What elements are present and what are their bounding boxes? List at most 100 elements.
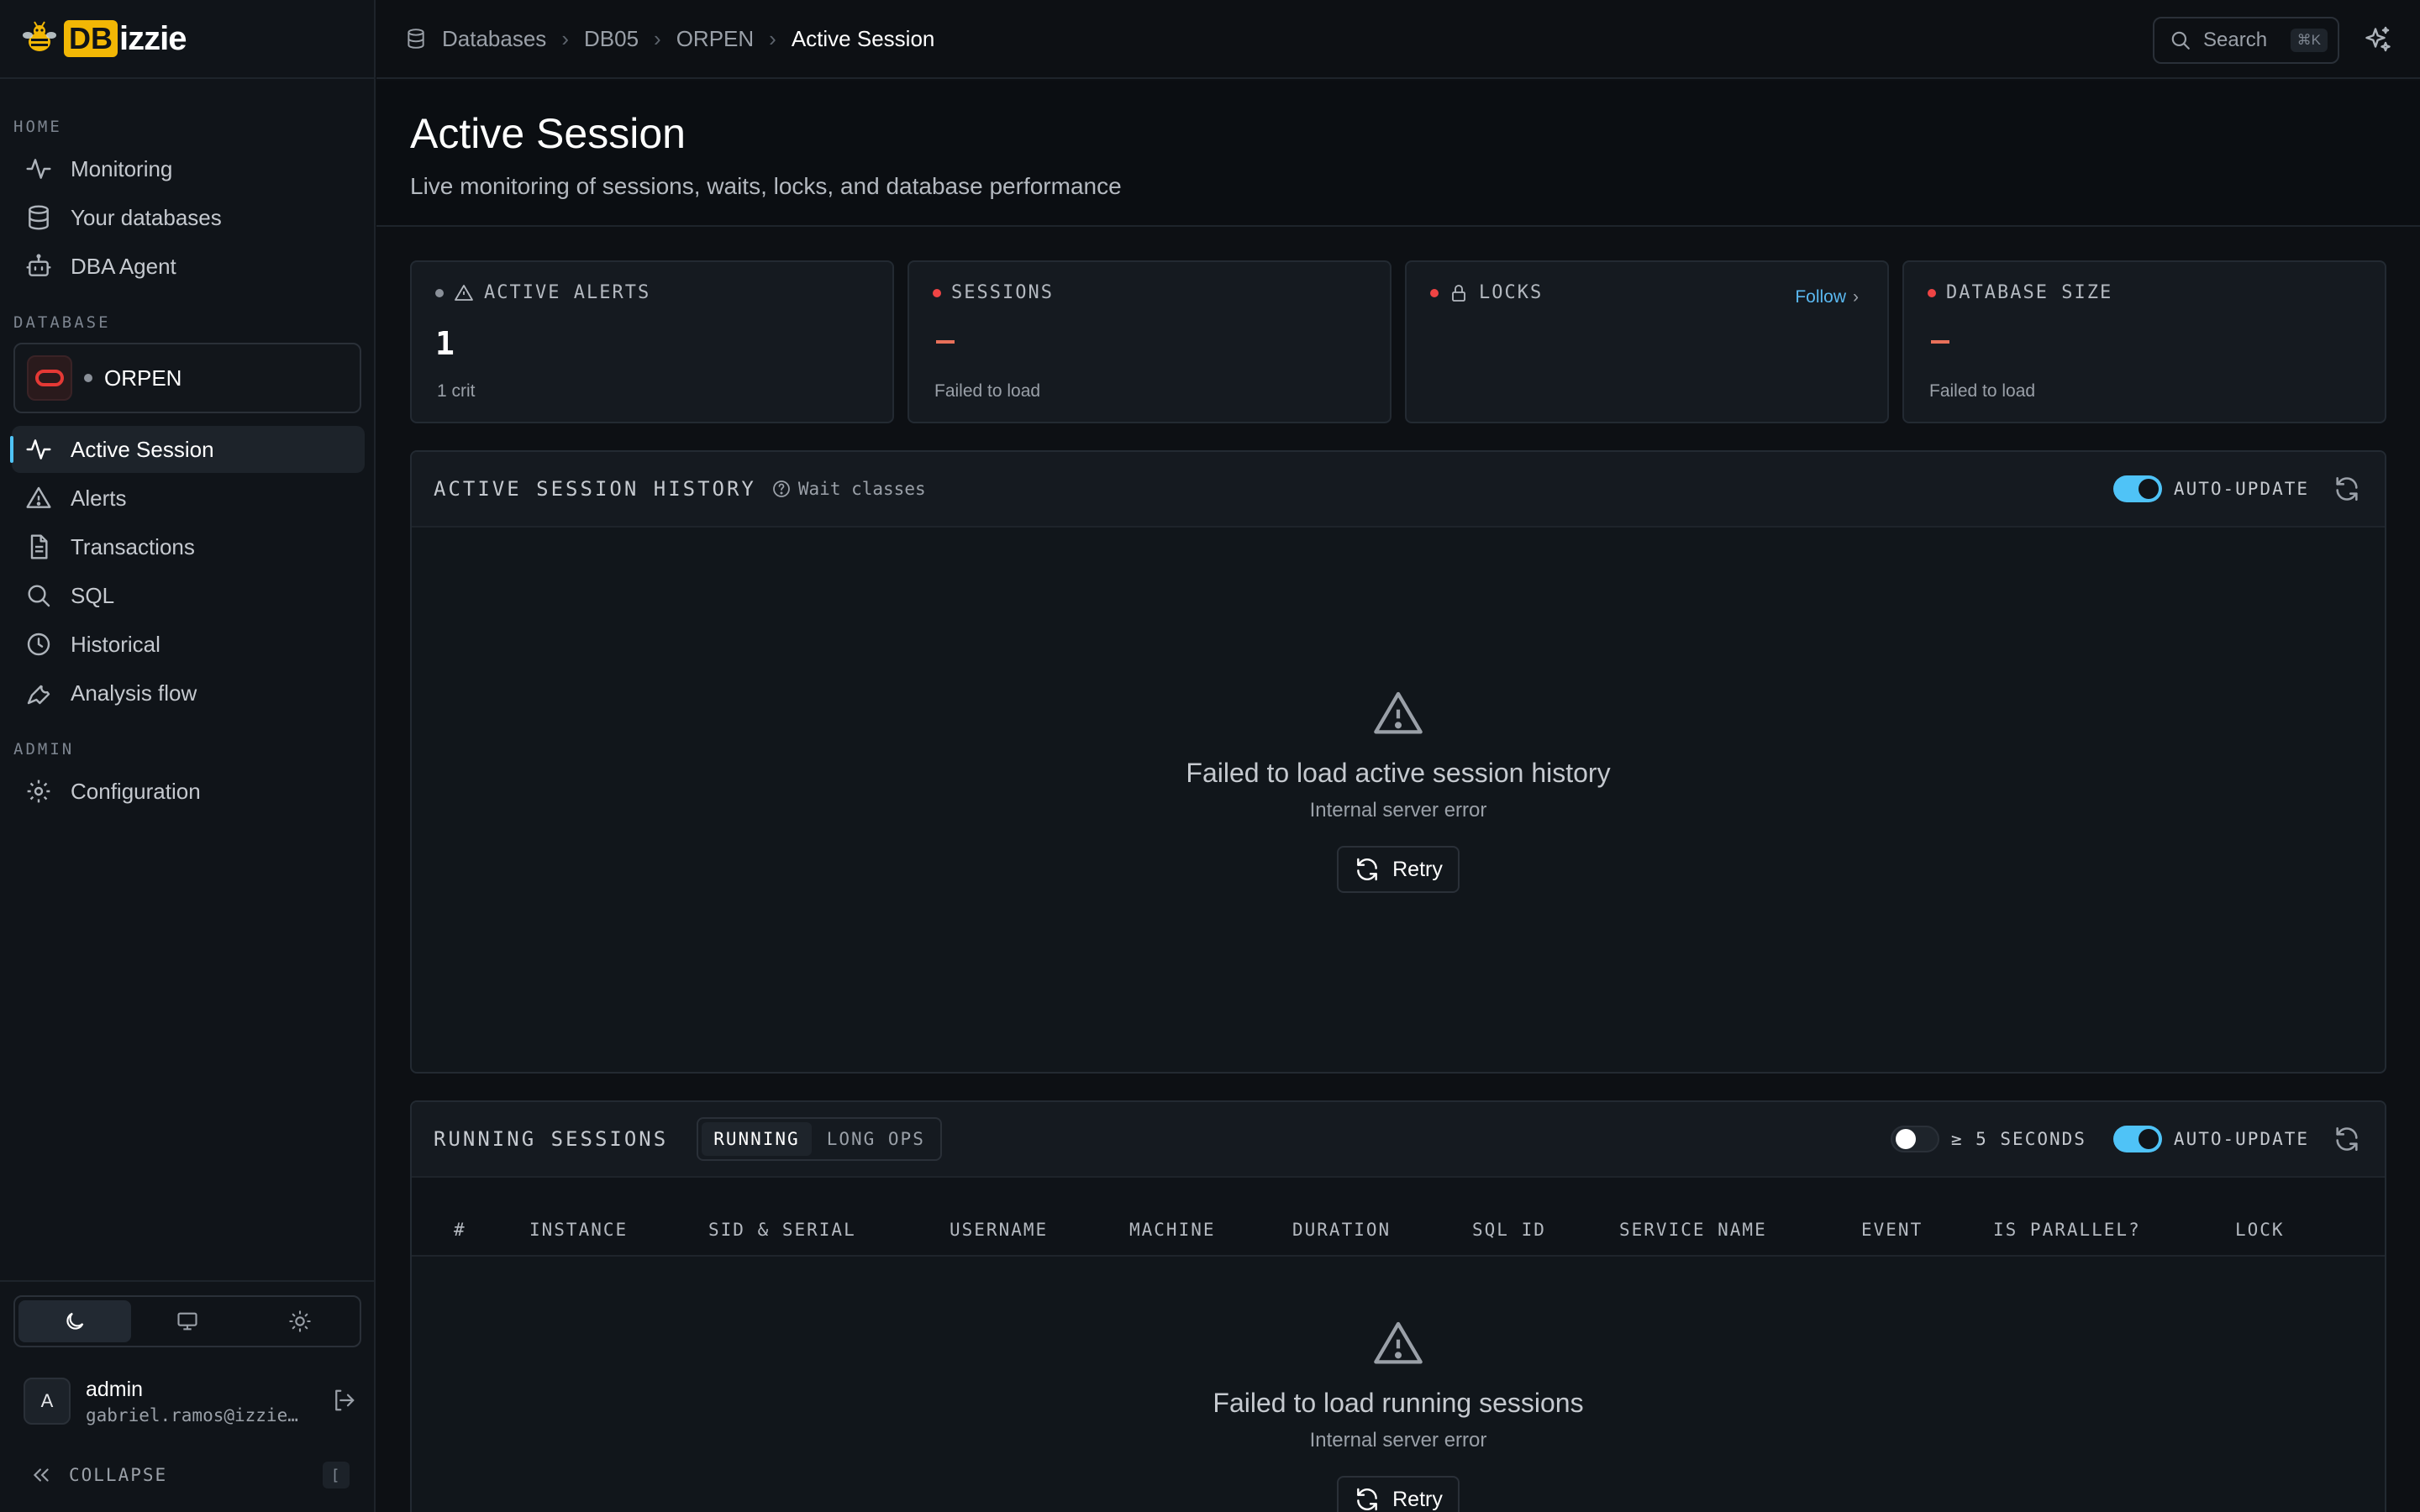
auto-update-toggle[interactable] bbox=[2112, 1126, 2162, 1152]
topbar: Databases › DB05 › ORPEN › Active Sessio… bbox=[376, 0, 2420, 79]
column-header[interactable]: MACHINE bbox=[1129, 1220, 1216, 1240]
user-name: admin bbox=[86, 1377, 144, 1401]
warning-icon bbox=[1374, 1321, 1423, 1364]
warning-icon bbox=[26, 486, 51, 508]
column-header[interactable]: SID & SERIAL bbox=[708, 1220, 856, 1240]
database-icon bbox=[408, 29, 424, 49]
breadcrumb-db05[interactable]: DB05 bbox=[584, 26, 639, 52]
logout-icon[interactable] bbox=[331, 1388, 356, 1413]
retry-button[interactable]: Retry bbox=[1337, 846, 1460, 893]
gear-icon bbox=[27, 780, 50, 803]
active-alerts-card[interactable]: ACTIVE ALERTS 1 1 crit bbox=[410, 260, 894, 423]
lock-icon bbox=[1452, 284, 1465, 302]
min-duration-toggle[interactable] bbox=[1890, 1126, 1939, 1152]
sparkles-icon[interactable] bbox=[2363, 25, 2393, 55]
breadcrumb: Databases › DB05 › ORPEN › Active Sessio… bbox=[405, 26, 934, 52]
sidebar-item-label: Analysis flow bbox=[71, 680, 197, 706]
moon-icon bbox=[66, 1312, 84, 1330]
sidebar-item-label: Your databases bbox=[71, 204, 222, 230]
file-icon bbox=[30, 534, 48, 559]
search-button[interactable]: Search ⌘K bbox=[2153, 17, 2339, 64]
column-header[interactable]: SQL ID bbox=[1472, 1220, 1546, 1240]
panel-title: RUNNING SESSIONS bbox=[434, 1127, 669, 1151]
theme-switcher bbox=[13, 1295, 361, 1347]
sidebar-item-historical[interactable]: Historical bbox=[12, 621, 365, 668]
sidebar-divider bbox=[0, 1280, 376, 1282]
sidebar-item-label: Monitoring bbox=[71, 155, 173, 181]
column-header[interactable]: USERNAME bbox=[950, 1220, 1048, 1240]
panel-header: ACTIVE SESSION HISTORY Wait classes AUTO… bbox=[412, 452, 2385, 528]
logo-izzie-text: izzie bbox=[119, 19, 187, 57]
sidebar-item-label: Historical bbox=[71, 631, 160, 657]
chevron-right-icon: › bbox=[654, 25, 661, 51]
retry-label: Retry bbox=[1392, 1487, 1443, 1511]
database-size-card[interactable]: DATABASE SIZE Failed to load bbox=[1902, 260, 2386, 423]
sidebar-item-configuration[interactable]: Configuration bbox=[12, 768, 365, 815]
empty-value-dash bbox=[1931, 340, 1949, 344]
sidebar-item-label: SQL bbox=[71, 582, 115, 608]
card-label: ACTIVE ALERTS bbox=[484, 282, 651, 303]
breadcrumb-orpen[interactable]: ORPEN bbox=[676, 26, 754, 52]
database-name: ORPEN bbox=[104, 365, 182, 391]
tab-running[interactable]: RUNNING bbox=[702, 1122, 812, 1156]
theme-light-button[interactable] bbox=[244, 1300, 356, 1342]
collapse-sidebar-button[interactable]: COLLAPSE [ bbox=[30, 1462, 350, 1488]
logo-db-text: DB bbox=[64, 20, 118, 57]
section-label-admin: ADMIN bbox=[13, 740, 75, 759]
column-header[interactable]: DURATION bbox=[1292, 1220, 1391, 1240]
avatar[interactable]: A bbox=[24, 1378, 71, 1425]
running-sessions-panel: RUNNING SESSIONS RUNNING LONG OPS ≥ 5 SE… bbox=[410, 1100, 2386, 1512]
theme-system-button[interactable] bbox=[131, 1300, 244, 1342]
retry-button[interactable]: Retry bbox=[1337, 1476, 1460, 1512]
locks-card[interactable]: LOCKS Follow › bbox=[1405, 260, 1889, 423]
refresh-icon[interactable] bbox=[2333, 475, 2361, 503]
help-circle-icon bbox=[772, 480, 790, 497]
search-label: Search bbox=[2203, 29, 2268, 51]
error-title: Failed to load active session history bbox=[1186, 758, 1611, 788]
auto-update-toggle[interactable] bbox=[2112, 475, 2162, 502]
sidebar-item-label: Alerts bbox=[71, 485, 127, 511]
search-icon bbox=[2171, 31, 2190, 50]
column-header[interactable]: # bbox=[454, 1220, 466, 1240]
clock-icon bbox=[27, 633, 50, 656]
column-header[interactable]: EVENT bbox=[1861, 1220, 1923, 1240]
wait-classes-help[interactable]: Wait classes bbox=[771, 479, 926, 499]
error-subtitle: Internal server error bbox=[1309, 1429, 1487, 1452]
sidebar-item-active-session[interactable]: Active Session bbox=[10, 426, 365, 473]
tab-long-ops[interactable]: LONG OPS bbox=[815, 1122, 937, 1156]
robot-icon bbox=[26, 254, 51, 276]
sidebar-item-transactions[interactable]: Transactions bbox=[12, 523, 365, 570]
card-label: SESSIONS bbox=[951, 282, 1054, 303]
empty-value-dash bbox=[936, 340, 955, 344]
help-label: Wait classes bbox=[797, 479, 926, 499]
sidebar-item-label: Transactions bbox=[71, 533, 195, 559]
refresh-icon[interactable] bbox=[2333, 1125, 2361, 1153]
column-header[interactable]: IS PARALLEL? bbox=[1993, 1220, 2141, 1240]
column-header[interactable]: LOCK bbox=[2235, 1220, 2285, 1240]
logo-row: DB izzie bbox=[0, 0, 374, 79]
running-error-state: Failed to load running sessions Internal… bbox=[412, 1317, 2385, 1512]
search-icon bbox=[28, 585, 50, 607]
sidebar-item-sql[interactable]: SQL bbox=[12, 572, 365, 619]
sidebar-item-alerts[interactable]: Alerts bbox=[12, 475, 365, 522]
breadcrumb-current: Active Session bbox=[791, 25, 935, 51]
oracle-icon bbox=[27, 355, 72, 401]
sidebar-item-monitoring[interactable]: Monitoring bbox=[12, 145, 365, 192]
card-value: 1 bbox=[435, 325, 455, 362]
database-selector[interactable]: ORPEN bbox=[13, 343, 361, 413]
theme-dark-button[interactable] bbox=[18, 1300, 131, 1342]
sun-icon bbox=[289, 1310, 311, 1332]
follow-link[interactable]: Follow › bbox=[1795, 287, 1859, 307]
status-dot bbox=[1430, 288, 1439, 297]
sidebar-item-analysis-flow[interactable]: Analysis flow bbox=[12, 669, 365, 717]
column-header[interactable]: SERVICE NAME bbox=[1619, 1220, 1767, 1240]
card-label: LOCKS bbox=[1479, 282, 1544, 303]
section-label-database: DATABASE bbox=[13, 313, 111, 332]
sidebar-item-your-databases[interactable]: Your databases bbox=[12, 194, 365, 241]
chevrons-left-icon bbox=[33, 1468, 49, 1482]
sidebar-item-dba-agent[interactable]: DBA Agent bbox=[12, 243, 365, 290]
sessions-card[interactable]: SESSIONS Failed to load bbox=[908, 260, 1392, 423]
breadcrumb-databases[interactable]: Databases bbox=[442, 26, 546, 52]
column-header[interactable]: INSTANCE bbox=[529, 1220, 628, 1240]
app-logo[interactable]: DB izzie bbox=[20, 19, 187, 58]
